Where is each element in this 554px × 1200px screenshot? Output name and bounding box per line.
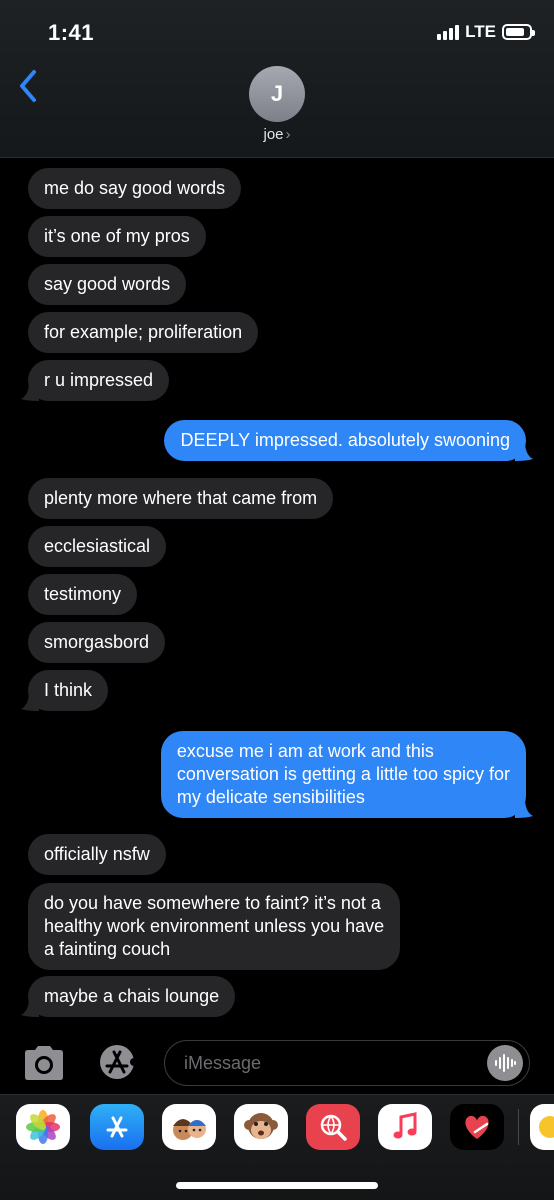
messages-app: 1:41 LTE J joe › me do say good words it’s…	[0, 0, 554, 1200]
monkey-icon	[244, 1113, 278, 1139]
app-memoji[interactable]	[162, 1104, 216, 1150]
drawer-divider	[518, 1109, 519, 1145]
incoming-message-bubble[interactable]: plenty more where that came from	[28, 478, 334, 519]
incoming-message-bubble[interactable]: for example; proliferation	[28, 312, 259, 353]
apps-button[interactable]	[94, 1042, 140, 1082]
incoming-message-bubble[interactable]: ecclesiastical	[28, 526, 167, 567]
app-store[interactable]	[90, 1104, 144, 1150]
battery-level	[506, 28, 524, 36]
camera-button[interactable]	[22, 1045, 66, 1081]
camera-icon	[25, 1046, 63, 1080]
incoming-message-bubble[interactable]: it’s one of my pros	[28, 216, 206, 257]
message-list: me do say good words it’s one of my pros s…	[0, 158, 554, 1034]
contact-name: joe	[263, 126, 284, 143]
message-text: testimony	[44, 584, 122, 604]
chevron-right-icon: ›	[285, 126, 291, 143]
status-time: 1:41	[48, 20, 95, 45]
message-text: maybe a chais lounge	[44, 986, 220, 1006]
message-text: do you have somewhere to faint? it’s not…	[44, 893, 385, 959]
message-text: r u impressed	[44, 370, 154, 390]
bubble-tail	[515, 798, 533, 818]
conversation-header: 1:41 LTE J joe ›	[0, 0, 554, 158]
back-button[interactable]	[14, 66, 44, 106]
app-music[interactable]	[378, 1104, 432, 1150]
message-text: plenty more where that came from	[44, 488, 318, 508]
sticker-icon	[539, 1116, 554, 1138]
memoji-icon	[173, 1119, 206, 1140]
audio-message-button[interactable]	[487, 1045, 523, 1081]
contact-name-button[interactable]: joe ›	[0, 126, 554, 143]
network-type: LTE	[465, 22, 496, 41]
app-digital-touch[interactable]	[450, 1104, 504, 1150]
app-store-icon	[100, 1045, 138, 1079]
outgoing-message-bubble[interactable]: DEEPLY impressed. absolutely swooning	[164, 420, 533, 461]
app-image-search[interactable]	[306, 1104, 360, 1150]
incoming-message-bubble[interactable]: do you have somewhere to faint? it’s not…	[28, 883, 401, 970]
composer-bar: iMessage	[0, 1034, 554, 1094]
message-text: smorgasbord	[44, 632, 150, 652]
incoming-message-bubble[interactable]: me do say good words	[28, 168, 242, 209]
incoming-message-bubble[interactable]: smorgasbord	[28, 622, 166, 663]
bubble-tail	[21, 997, 39, 1017]
status-indicators: LTE	[437, 22, 535, 42]
message-text: I think	[44, 680, 93, 700]
message-text: excuse me i am at work and this conversa…	[176, 741, 510, 807]
incoming-message-bubble[interactable]: I think	[21, 670, 109, 711]
app-photos[interactable]	[16, 1104, 70, 1150]
app-store-letter-icon	[106, 1116, 128, 1138]
incoming-message-bubble[interactable]: maybe a chais lounge	[21, 976, 236, 1017]
message-input[interactable]: iMessage	[164, 1040, 530, 1086]
bubble-tail	[21, 381, 39, 401]
photos-icon	[26, 1110, 60, 1144]
globe-search-icon	[320, 1114, 347, 1141]
message-text: DEEPLY impressed. absolutely swooning	[180, 430, 510, 450]
chevron-left-icon	[20, 70, 36, 102]
outgoing-message-bubble[interactable]: excuse me i am at work and this conversa…	[160, 731, 533, 818]
message-text: officially nsfw	[44, 844, 150, 864]
message-text: it’s one of my pros	[44, 226, 190, 246]
music-note-icon	[393, 1112, 417, 1139]
incoming-message-bubble[interactable]: say good words	[28, 264, 187, 305]
heart-icon	[465, 1115, 489, 1139]
bubble-tail	[515, 441, 533, 461]
incoming-message-bubble[interactable]: r u impressed	[21, 360, 170, 401]
message-text: me do say good words	[44, 178, 226, 198]
contact-avatar[interactable]: J	[249, 66, 305, 122]
message-text: ecclesiastical	[44, 536, 151, 556]
incoming-message-bubble[interactable]: testimony	[28, 574, 138, 615]
message-text: for example; proliferation	[44, 322, 243, 342]
message-text: say good words	[44, 274, 171, 294]
message-input-placeholder: iMessage	[184, 1053, 262, 1073]
app-more[interactable]	[530, 1104, 554, 1150]
waveform-icon	[495, 1054, 516, 1072]
home-indicator[interactable]	[176, 1182, 378, 1189]
bubble-tail	[21, 691, 39, 711]
incoming-message-bubble[interactable]: officially nsfw	[28, 834, 166, 875]
signal-icon	[437, 24, 460, 40]
battery-icon	[502, 24, 535, 40]
app-animoji[interactable]	[234, 1104, 288, 1150]
